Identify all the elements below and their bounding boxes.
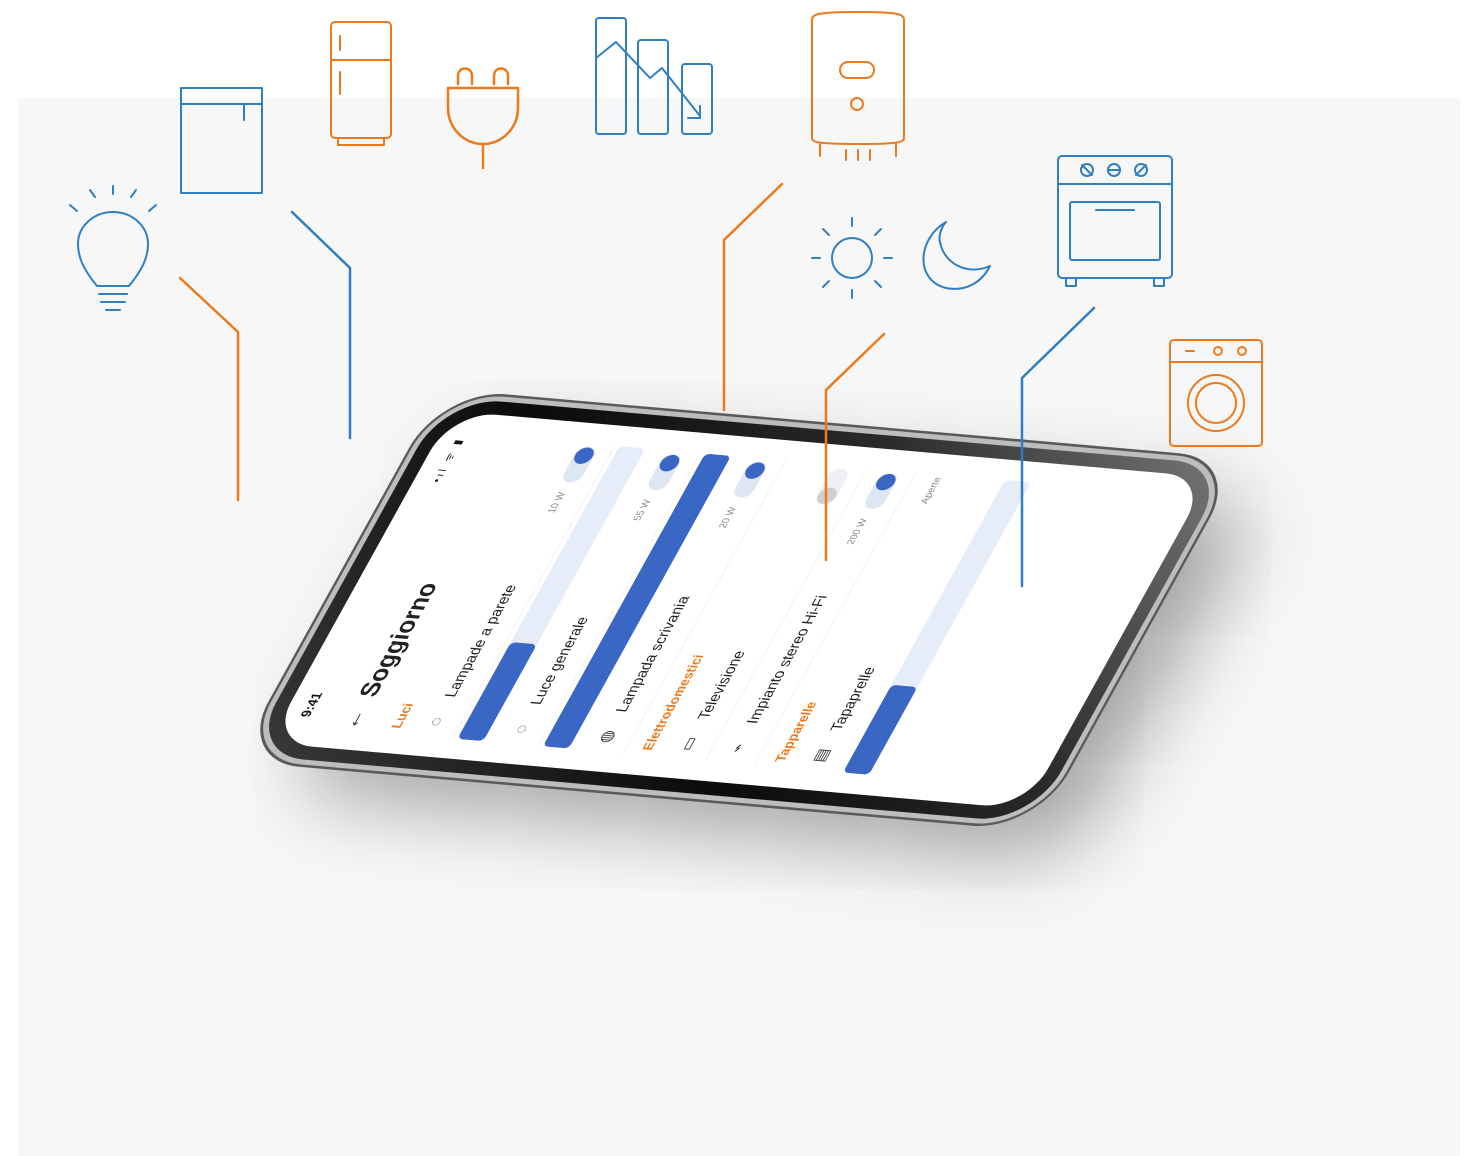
sun-icon [811,217,893,299]
dishwasher-icon [180,87,263,194]
floating-icons [0,0,1478,1156]
plug-icon [446,67,520,170]
energy-chart-icon [595,17,713,135]
connector-lines [178,182,1096,588]
moon-icon [922,221,991,290]
oven-icon [1057,155,1173,287]
water-heater-icon [811,11,905,161]
fridge-icon [330,21,392,146]
washing-machine-icon [1169,339,1263,447]
lightbulb-icon [69,185,157,311]
